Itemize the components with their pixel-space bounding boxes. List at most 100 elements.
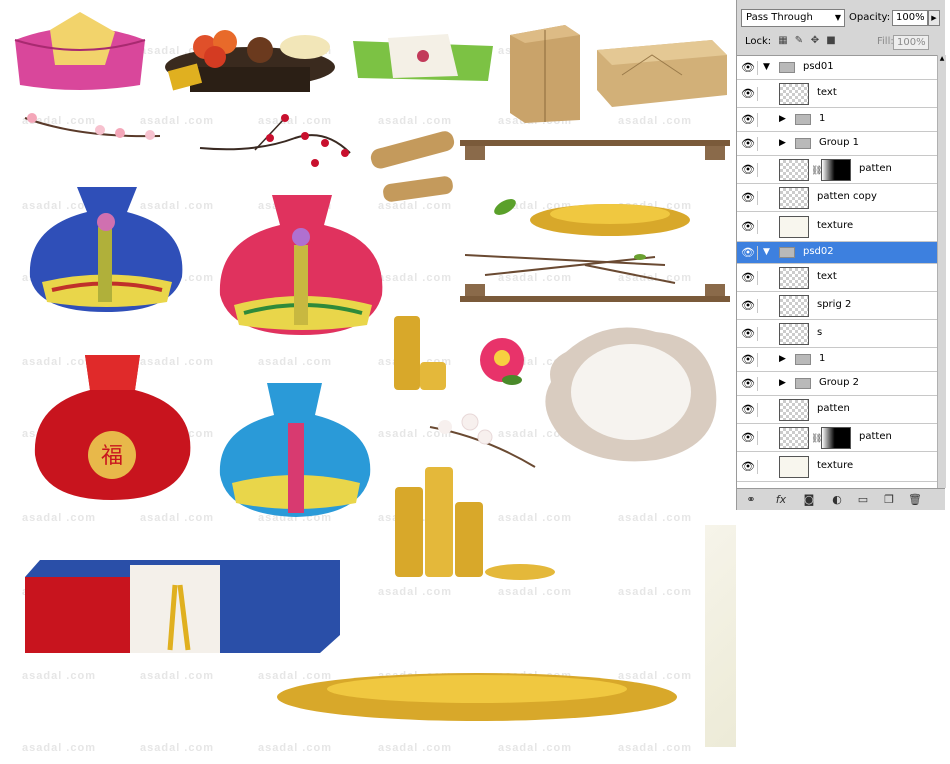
layers-list: 👁 ▼ psd01 👁 text 👁 ▶ 1 👁 ▶ Group 1 👁 ⛓ patten 👁 patten … <box>737 55 937 489</box>
collapse-triangle-icon[interactable]: ▼ <box>763 247 770 257</box>
opacity-slider-button[interactable]: ▶ <box>928 10 940 26</box>
layer-row[interactable]: 👁 s <box>737 320 937 348</box>
eye-icon[interactable]: 👁 <box>739 136 758 151</box>
layer-row[interactable]: 👁 ▼ psd02 <box>737 242 937 264</box>
layer-name: 1 <box>819 112 826 124</box>
watermark-text: asadal .com <box>258 742 332 754</box>
pink-silk-pouch <box>219 195 383 335</box>
layer-row[interactable]: 👁 text <box>737 264 937 292</box>
layer-thumbnail <box>779 427 809 449</box>
expand-triangle-icon[interactable]: ▶ <box>779 114 786 124</box>
layer-row[interactable]: 👁 ⛓ patten <box>737 156 937 184</box>
eye-icon[interactable]: 👁 <box>739 352 758 367</box>
eye-icon[interactable]: 👁 <box>739 298 758 313</box>
eye-icon[interactable]: 👁 <box>739 86 758 101</box>
expand-triangle-icon[interactable]: ▶ <box>779 378 786 388</box>
eye-icon[interactable]: 👁 <box>739 219 758 234</box>
layer-row[interactable]: 👁 ▶ 1 <box>737 348 937 372</box>
layer-row[interactable]: 👁 patten <box>737 396 937 424</box>
folder-icon <box>795 353 811 365</box>
eye-icon[interactable]: 👁 <box>739 326 758 341</box>
layer-name: psd01 <box>803 60 834 72</box>
eye-icon[interactable]: 👁 <box>739 245 758 260</box>
folder-icon <box>795 377 811 389</box>
kraft-parcel <box>597 40 727 107</box>
layer-name: texture <box>817 219 854 231</box>
layers-top-bar: Pass Through ▼ Opacity: 100% ▶ <box>737 4 945 27</box>
eye-icon[interactable]: 👁 <box>739 162 758 177</box>
expand-triangle-icon[interactable]: ▶ <box>779 354 786 364</box>
eye-icon[interactable]: 👁 <box>739 402 758 417</box>
plum-blossom-twig <box>24 113 161 140</box>
opacity-input[interactable]: 100% <box>892 10 928 26</box>
eye-icon[interactable]: 👁 <box>739 376 758 391</box>
layer-row[interactable]: 👁 ▶ 1 <box>737 108 937 132</box>
expand-triangle-icon[interactable]: ▶ <box>779 138 786 148</box>
document-canvas[interactable]: asadal .com asadal .com asadal .com asadal … <box>0 0 736 764</box>
layer-style-icon[interactable]: fx <box>773 493 789 507</box>
eye-icon[interactable]: 👁 <box>739 112 758 127</box>
layer-row[interactable]: 👁 text <box>737 80 937 108</box>
fill-input[interactable]: 100% <box>893 35 929 50</box>
chevron-down-icon: ▼ <box>834 13 841 22</box>
layer-thumbnail <box>779 187 809 209</box>
layer-name: patten <box>817 402 850 414</box>
ink-wash-cloud <box>545 327 717 462</box>
layer-name: patten <box>859 430 892 442</box>
layer-thumbnail <box>779 323 809 345</box>
watermark-text: asadal .com <box>140 512 214 524</box>
layer-name: text <box>817 86 837 98</box>
trash-icon[interactable]: 🗑 <box>907 493 923 507</box>
lock-all-icon[interactable]: ■ <box>825 35 837 47</box>
layer-row[interactable]: 👁 ▼ psd01 <box>737 56 937 80</box>
layer-row[interactable]: 👁 patten copy <box>737 184 937 212</box>
new-group-icon[interactable]: ▭ <box>855 493 871 507</box>
watermark-text: asadal .com <box>618 586 692 598</box>
layer-thumbnail <box>779 83 809 105</box>
layer-mask-thumbnail[interactable] <box>821 159 851 181</box>
eye-icon[interactable]: 👁 <box>739 190 758 205</box>
lock-label: Lock: <box>745 36 772 47</box>
layers-bottom-bar: ⚭ fx ◙ ◐ ▭ ❐ 🗑 <box>737 488 945 511</box>
eye-icon[interactable]: 👁 <box>739 430 758 445</box>
layer-row[interactable]: 👁 texture <box>737 212 937 242</box>
layer-row[interactable]: 👁 texture <box>737 452 937 482</box>
layer-mask-thumbnail[interactable] <box>821 427 851 449</box>
watermark-text: asadal .com <box>22 670 96 682</box>
eye-icon[interactable]: 👁 <box>739 60 758 75</box>
lock-row: Lock: ▦ ✎ ✥ ■ Fill: 100% <box>741 34 941 52</box>
svg-text:福: 福 <box>101 444 123 469</box>
layers-scrollbar[interactable]: ▲ <box>937 55 946 488</box>
layer-row[interactable]: 👁 sprig 2 <box>737 292 937 320</box>
watermark-text: asadal .com <box>498 742 572 754</box>
kraft-paper-box <box>510 25 580 123</box>
adjustment-layer-icon[interactable]: ◐ <box>829 493 845 507</box>
eye-icon[interactable]: 👁 <box>739 459 758 474</box>
collapse-triangle-icon[interactable]: ▼ <box>763 62 770 72</box>
layer-name: 1 <box>819 352 826 364</box>
gold-coin-pile-large <box>277 673 677 721</box>
layer-name: text <box>817 270 837 282</box>
lock-brush-icon[interactable]: ✎ <box>793 35 805 47</box>
layer-row[interactable]: 👁 ▶ Group 2 <box>737 372 937 396</box>
layer-row[interactable]: 👁 ▶ Group 1 <box>737 132 937 156</box>
lock-position-icon[interactable]: ✥ <box>809 35 821 47</box>
blend-mode-select[interactable]: Pass Through ▼ <box>741 9 845 27</box>
layer-name: texture <box>817 459 854 471</box>
red-fortune-pouch: 福 <box>34 355 191 500</box>
new-layer-icon[interactable]: ❐ <box>881 493 897 507</box>
eye-icon[interactable]: 👁 <box>739 270 758 285</box>
layer-name: Group 1 <box>819 136 859 148</box>
lock-transparency-icon[interactable]: ▦ <box>777 35 789 47</box>
link-layers-icon[interactable]: ⚭ <box>743 493 759 507</box>
blend-mode-value: Pass Through <box>746 12 813 23</box>
folder-icon <box>779 61 795 73</box>
watermark-text: asadal .com <box>22 742 96 754</box>
blue-silk-pouch <box>29 187 183 312</box>
layer-thumbnail <box>779 456 809 478</box>
fill-label: Fill: <box>877 36 894 47</box>
watermark-text: asadal .com <box>140 670 214 682</box>
add-mask-icon[interactable]: ◙ <box>801 493 817 507</box>
layer-name: patten <box>859 162 892 174</box>
layer-row[interactable]: 👁 ⛓ patten <box>737 424 937 452</box>
